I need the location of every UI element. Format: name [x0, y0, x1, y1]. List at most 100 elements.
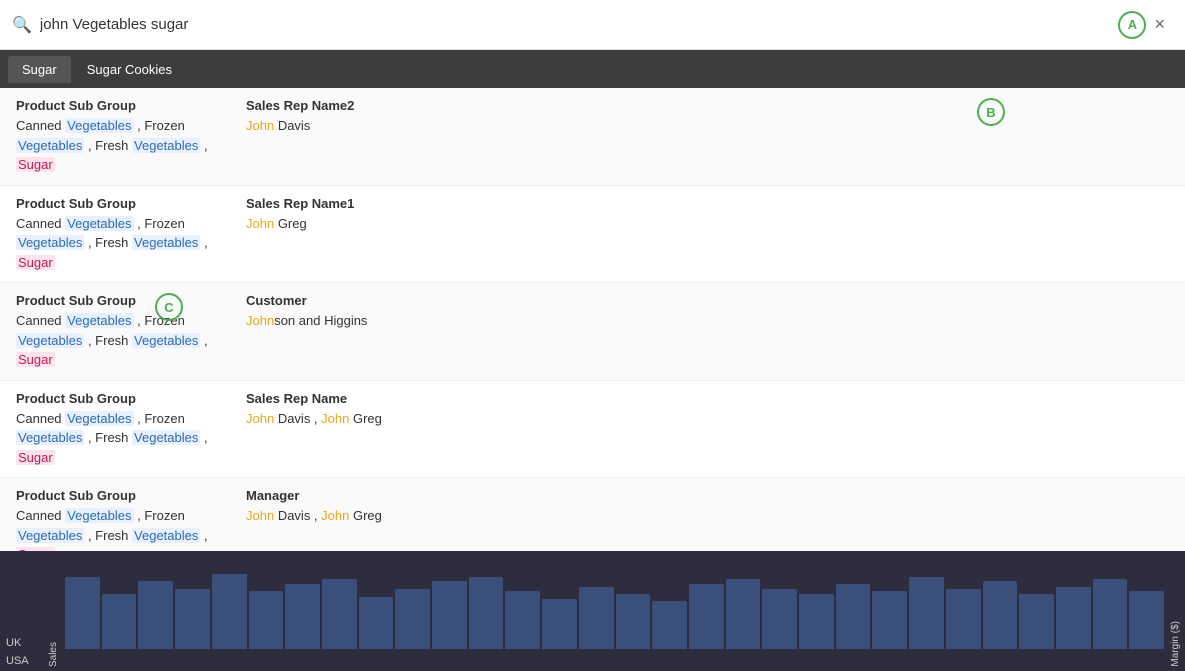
- john-highlight: John: [321, 411, 349, 426]
- chart-bar: [322, 579, 357, 649]
- chart-bar: [505, 591, 540, 649]
- veg-highlight: Vegetables: [65, 411, 133, 426]
- chart-bar: [579, 587, 614, 649]
- john-highlight: John: [321, 508, 349, 523]
- veg-highlight: Vegetables: [16, 235, 84, 250]
- sugar-highlight: Sugar: [16, 450, 55, 465]
- chart-bar: [249, 591, 284, 649]
- left-title: Product Sub Group: [16, 293, 226, 308]
- veg-highlight: Vegetables: [65, 508, 133, 523]
- chart-bar: [138, 581, 173, 649]
- john-highlight: John: [246, 411, 274, 426]
- left-value: Canned Vegetables , Frozen Vegetables , …: [16, 311, 226, 370]
- chart-bar: [872, 591, 907, 649]
- chart-bar: [175, 589, 210, 649]
- search-bar: 🔍 A ×: [0, 0, 1185, 50]
- left-title: Product Sub Group: [16, 98, 226, 113]
- right-title: Sales Rep Name: [246, 391, 1169, 406]
- veg-highlight: Vegetables: [16, 333, 84, 348]
- chart-y-label: Sales: [44, 638, 63, 671]
- chart-bar: [432, 581, 467, 649]
- chart-bar: [1019, 594, 1054, 649]
- result-row[interactable]: Product Sub Group Canned Vegetables , Fr…: [0, 88, 1185, 186]
- right-col: Manager John Davis , John Greg: [226, 488, 1169, 526]
- left-value: Canned Vegetables , Frozen Vegetables , …: [16, 116, 226, 175]
- right-value: John Davis , John Greg: [246, 409, 1169, 429]
- veg-highlight: Vegetables: [16, 528, 84, 543]
- chart-bar: [359, 597, 394, 649]
- annotation-a: A: [1118, 11, 1146, 39]
- left-col: Product Sub Group Canned Vegetables , Fr…: [16, 98, 226, 175]
- left-title: Product Sub Group: [16, 488, 226, 503]
- chart-bar: [689, 584, 724, 649]
- tabs-bar: Sugar Sugar Cookies: [0, 50, 1185, 88]
- result-row[interactable]: Product Sub Group Canned Vegetables , Fr…: [0, 381, 1185, 479]
- chart-bar: [799, 594, 834, 649]
- left-value: Canned Vegetables , Frozen Vegetables , …: [16, 214, 226, 273]
- chart-bar: [762, 589, 797, 649]
- left-col: Product Sub Group Canned Vegetables , Fr…: [16, 391, 226, 468]
- chart-bar: [1093, 579, 1128, 649]
- chart-right-label: Margin ($): [1166, 617, 1185, 671]
- chart-bar: [909, 577, 944, 649]
- chart-bar: [946, 589, 981, 649]
- john-highlight: John: [246, 216, 274, 231]
- sugar-highlight: Sugar: [16, 352, 55, 367]
- sugar-highlight: Sugar: [16, 157, 55, 172]
- results-area: Product Sub Group Canned Vegetables , Fr…: [0, 88, 1185, 551]
- veg-highlight: Vegetables: [132, 430, 200, 445]
- right-title: Sales Rep Name2: [246, 98, 1169, 113]
- chart-bar: [983, 581, 1018, 649]
- chart-bar: [616, 594, 651, 649]
- left-col: Product Sub Group Canned Vegetables , Fr…: [16, 196, 226, 273]
- chart-bar: [836, 584, 871, 649]
- result-row[interactable]: Product Sub Group Canned Vegetables , Fr…: [0, 283, 1185, 381]
- right-title: Manager: [246, 488, 1169, 503]
- annotation-b: B: [977, 98, 1005, 126]
- right-col: Sales Rep Name2 John Davis: [226, 98, 1169, 136]
- chart-label-usa: USA: [6, 655, 38, 667]
- right-title: Sales Rep Name1: [246, 196, 1169, 211]
- chart-bar: [212, 574, 247, 649]
- left-col: Product Sub Group Canned Vegetables , Fr…: [16, 293, 226, 370]
- john-highlight: John: [246, 118, 274, 133]
- result-row[interactable]: Product Sub Group Canned Vegetables , Fr…: [0, 478, 1185, 551]
- search-input[interactable]: [40, 16, 1111, 33]
- veg-highlight: Vegetables: [132, 333, 200, 348]
- right-value: John Davis: [246, 116, 1169, 136]
- veg-highlight: Vegetables: [65, 118, 133, 133]
- chart-bar: [285, 584, 320, 649]
- tab-sugar-cookies[interactable]: Sugar Cookies: [73, 56, 186, 83]
- chart-bar: [102, 594, 137, 649]
- chart-area: UK USA Sales Margin ($): [0, 551, 1185, 671]
- veg-highlight: Vegetables: [65, 216, 133, 231]
- left-title: Product Sub Group: [16, 196, 226, 211]
- right-title: Customer: [246, 293, 1169, 308]
- left-value: Canned Vegetables , Frozen Vegetables , …: [16, 409, 226, 468]
- result-row[interactable]: Product Sub Group Canned Vegetables , Fr…: [0, 186, 1185, 284]
- chart-bar: [726, 579, 761, 649]
- chart-bar: [65, 577, 100, 649]
- veg-highlight: Vegetables: [132, 528, 200, 543]
- right-col: Customer Johnson and Higgins: [226, 293, 1169, 331]
- left-value: Canned Vegetables , Frozen Vegetables , …: [16, 506, 226, 551]
- tab-sugar[interactable]: Sugar: [8, 56, 71, 83]
- right-value: Johnson and Higgins: [246, 311, 1169, 331]
- search-icon: 🔍: [12, 15, 32, 35]
- chart-bar: [542, 599, 577, 649]
- john-highlight: John: [246, 313, 274, 328]
- right-col: Sales Rep Name John Davis , John Greg: [226, 391, 1169, 429]
- chart-label-uk: UK: [6, 637, 38, 649]
- close-button[interactable]: ×: [1146, 10, 1173, 39]
- annotation-c: C: [155, 293, 183, 321]
- chart-bar: [1129, 591, 1164, 649]
- chart-bar: [395, 589, 430, 649]
- right-col: Sales Rep Name1 John Greg: [226, 196, 1169, 234]
- chart-bars: [63, 551, 1166, 671]
- veg-highlight: Vegetables: [65, 313, 133, 328]
- veg-highlight: Vegetables: [16, 138, 84, 153]
- right-value: John Davis , John Greg: [246, 506, 1169, 526]
- john-highlight: John: [246, 508, 274, 523]
- right-value: John Greg: [246, 214, 1169, 234]
- left-title: Product Sub Group: [16, 391, 226, 406]
